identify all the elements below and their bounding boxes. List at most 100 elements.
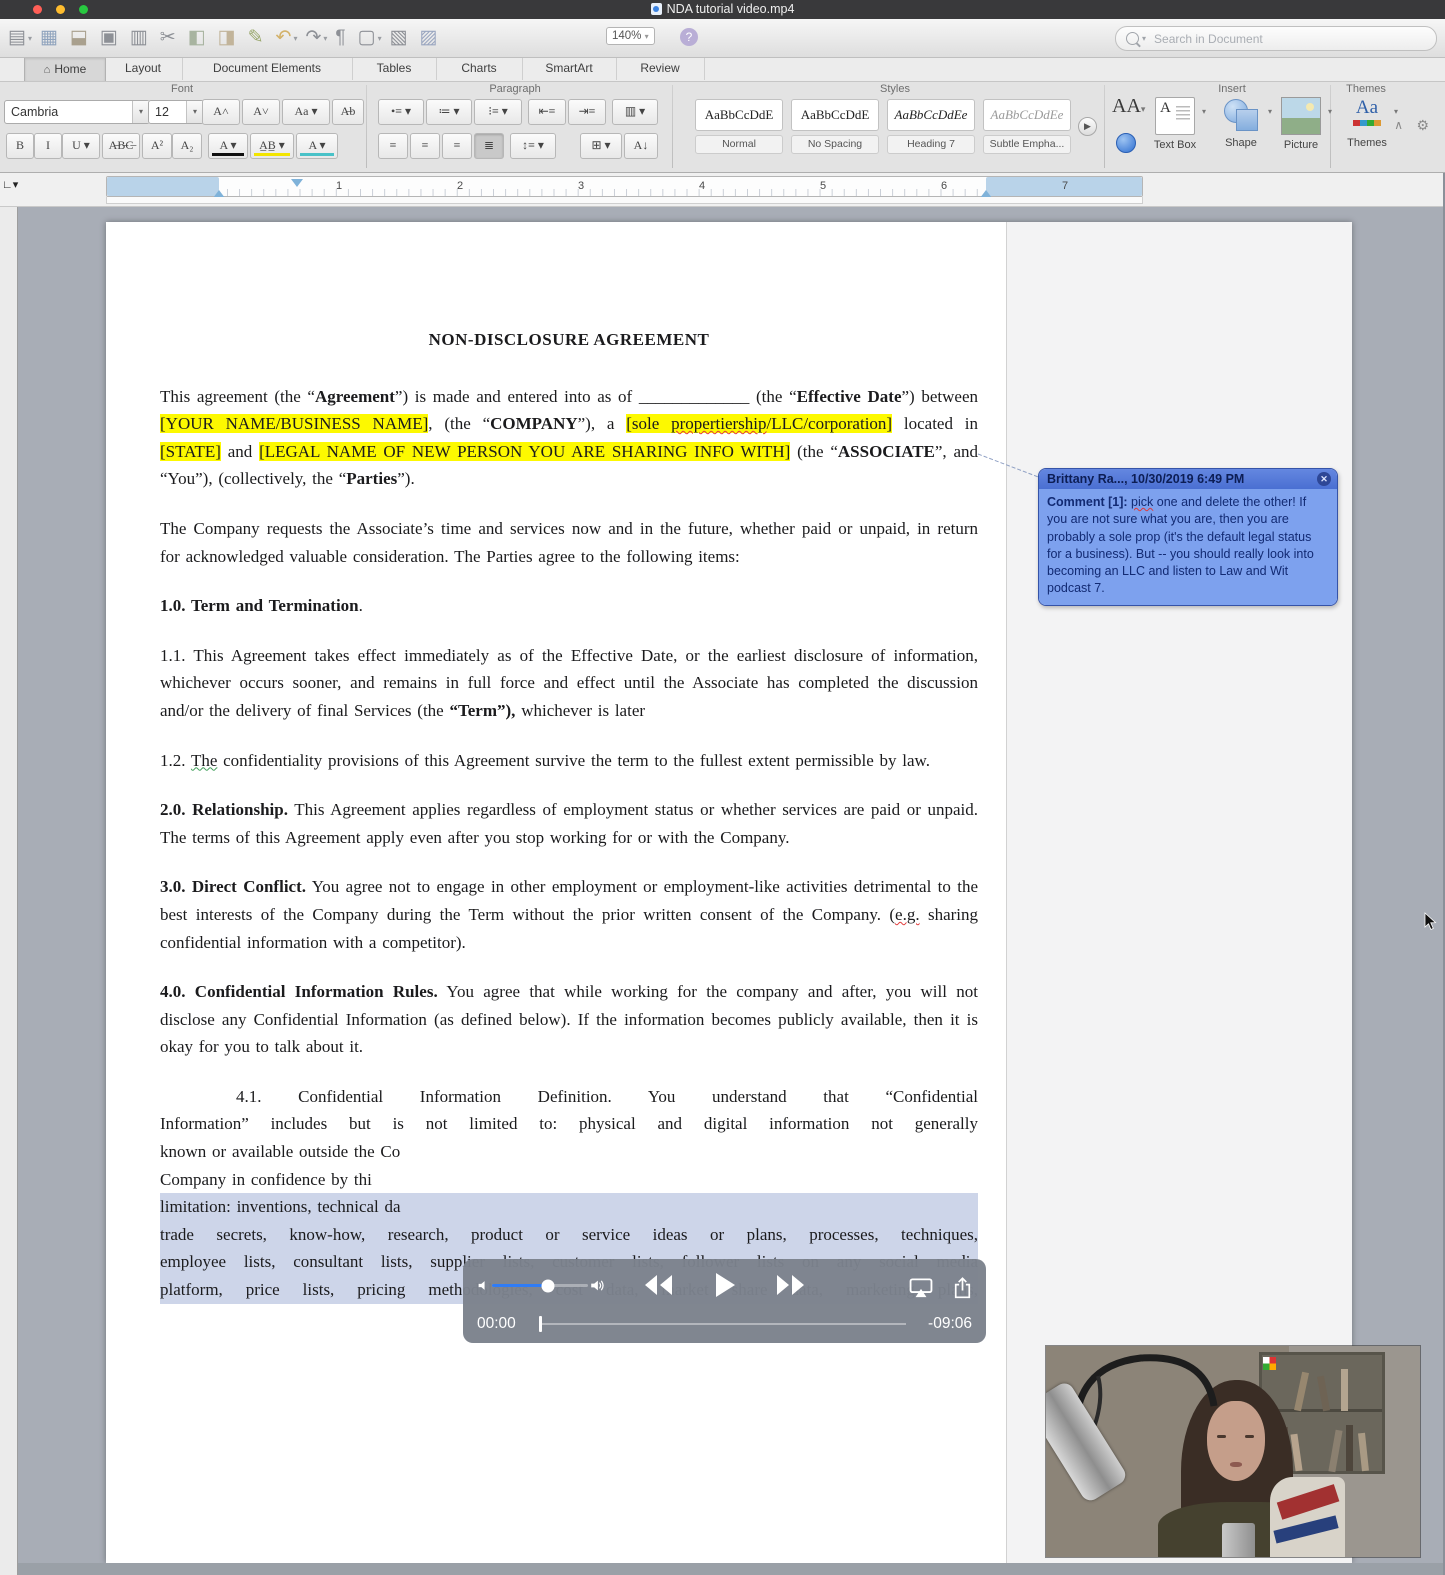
text-box-dropdown[interactable]: ▾ [1202,107,1206,116]
bold-button[interactable]: B [6,133,34,159]
grow-font-button[interactable]: A˄ [202,99,240,125]
video-player-controls[interactable]: 00:00 -09:06 [463,1259,986,1343]
font-family-select[interactable]: Cambria ▾ [4,100,150,124]
subscript-button[interactable]: A₂ [172,133,202,159]
search-options-chevron-icon[interactable]: ▾ [1142,34,1146,43]
search-in-document-field[interactable]: ▾ Search in Document [1115,26,1437,51]
paragraph[interactable]: 1.1. This Agreement takes effect immedia… [160,642,978,725]
paragraph[interactable]: 3.0. Direct Conflict. You agree not to e… [160,873,978,956]
paragraph-marks-button[interactable]: ¶ [335,25,345,51]
page-view-dropdown[interactable]: ▾ [378,34,382,43]
borders-button[interactable]: ⊞ ▾ [580,133,622,159]
tab-charts[interactable]: Charts [436,57,523,80]
style-normal[interactable]: AaBbCcDdE Normal [695,99,783,154]
change-case-button[interactable]: Aa ▾ [282,99,330,125]
zoom-level-select[interactable]: 140% ▾ [606,27,655,45]
paragraph[interactable]: 1.2. The confidentiality provisions of t… [160,747,978,775]
paragraph[interactable]: 1.0. Term and Termination. [160,592,978,620]
cut-button[interactable]: ✂ [160,25,176,51]
print-button[interactable]: ▥ [130,25,148,51]
increase-indent-button[interactable]: ⇥≡ [568,99,606,125]
undo-dropdown[interactable]: ▾ [293,34,297,43]
decrease-indent-button[interactable]: ⇤≡ [528,99,566,125]
play-button[interactable] [712,1271,738,1299]
ribbon-settings-gear-icon[interactable]: ⚙ [1416,117,1429,134]
text-box-button[interactable]: ▾ Text Box [1146,97,1206,151]
paragraph[interactable]: This agreement (the “Agreement”) is made… [160,383,978,493]
playhead[interactable] [539,1316,542,1332]
change-styles-button[interactable]: AA▾ [1112,95,1145,118]
text-effects-button[interactable]: A ▾ [296,133,338,159]
columns-button[interactable]: ▥ ▾ [612,99,658,125]
comment-close-icon[interactable]: ✕ [1317,472,1331,486]
comment-bubble[interactable]: Brittany Ra..., 10/30/2019 6:49 PM ✕ Com… [1038,468,1338,606]
format-painter-button[interactable]: ✎ [248,25,264,51]
strikethrough-button[interactable]: A̶B̶C̶ [102,133,140,159]
themes-dropdown[interactable]: ▾ [1394,107,1398,116]
airplay-button[interactable] [909,1278,933,1298]
document-body[interactable]: NON-DISCLOSURE AGREEMENT This agreement (… [160,326,978,1326]
multilevel-list-button[interactable]: ⁝≡ ▾ [474,99,522,125]
save-button[interactable]: ▣ [100,25,118,51]
new-document-dropdown[interactable]: ▾ [28,34,32,43]
align-center-button[interactable]: ≡ [410,133,440,159]
text-run: 4.1. Confidential Information Definition… [236,1086,978,1106]
style-no-spacing[interactable]: AaBbCcDdE No Spacing [791,99,879,154]
align-left-button[interactable]: ≡ [378,133,408,159]
font-family-dropdown[interactable]: ▾ [132,101,149,123]
tab-layout[interactable]: Layout [104,57,183,80]
compare-documents-button[interactable]: ▨ [420,25,438,51]
style-subtle-empha-[interactable]: AaBbCcDdEe Subtle Empha... [983,99,1071,154]
sort-button[interactable]: A↓ [624,133,658,159]
tab-document-elements[interactable]: Document Elements [182,57,353,80]
superscript-button[interactable]: A² [142,133,172,159]
justify-button[interactable]: ≣ [474,133,504,159]
paragraph[interactable]: The Company requests the Associate’s tim… [160,515,978,570]
webcam-puzzle-cube [1262,1356,1276,1370]
help-button[interactable]: ? [680,28,698,46]
redo-dropdown[interactable]: ▾ [323,34,327,43]
share-button[interactable] [953,1277,972,1299]
page-view-button[interactable]: ▢ [358,25,376,51]
line-spacing-button[interactable]: ↕≡ ▾ [510,133,556,159]
paste-button[interactable]: ◨ [218,25,236,51]
rewind-button[interactable] [643,1273,673,1297]
themes-button[interactable]: Aa ▾ Themes [1338,97,1398,149]
show-gallery-button[interactable]: ▦ [40,25,58,51]
font-color-button[interactable]: A ▾ [208,133,248,159]
style-heading-7[interactable]: AaBbCcDdEe Heading 7 [887,99,975,154]
underline-button[interactable]: U ▾ [62,133,100,159]
copy-button[interactable]: ◧ [188,25,206,51]
new-document-button[interactable]: ▤ [8,25,26,51]
open-button[interactable]: ⬓ [70,25,88,51]
manage-styles-icon[interactable] [1116,133,1136,153]
first-line-indent-marker[interactable] [291,179,303,187]
tab-home[interactable]: ⌂ Home [24,57,106,81]
fast-forward-button[interactable] [776,1273,806,1297]
picture-button[interactable]: ▾ Picture [1272,97,1332,151]
tab-tables[interactable]: Tables [352,57,437,80]
tab-stop-selector[interactable]: ∟▾ [2,178,18,191]
undo-button[interactable]: ↶ [276,25,292,51]
shape-button[interactable]: ▾ Shape [1212,97,1272,149]
picture-dropdown[interactable]: ▾ [1328,107,1332,116]
clear-formatting-button[interactable]: A̶b [332,99,364,125]
horizontal-ruler[interactable]: 1 2 3 4 5 6 7 [106,176,1143,198]
highlight-color-button[interactable]: A̲B̲ ▾ [250,133,294,159]
paragraph[interactable]: 4.0. Confidential Information Rules. You… [160,978,978,1061]
align-right-button[interactable]: ≡ [442,133,472,159]
more-styles-button[interactable]: ▶ [1078,117,1097,136]
paragraph[interactable]: 2.0. Relationship. This Agreement applie… [160,796,978,851]
font-size-dropdown[interactable]: ▾ [186,101,203,123]
document-map-button[interactable]: ▧ [390,25,408,51]
seek-bar[interactable] [539,1316,906,1332]
italic-button[interactable]: I [34,133,62,159]
tab-review[interactable]: Review [616,57,705,80]
font-size-select[interactable]: 12 ▾ [148,100,204,124]
collapse-ribbon-button[interactable]: ∧ [1394,118,1403,132]
numbering-button[interactable]: ≔ ▾ [426,99,472,125]
tab-smartart[interactable]: SmartArt [522,57,617,80]
bullets-button[interactable]: •≡ ▾ [378,99,424,125]
shrink-font-button[interactable]: A˅ [242,99,280,125]
redo-button[interactable]: ↷ [305,25,321,51]
